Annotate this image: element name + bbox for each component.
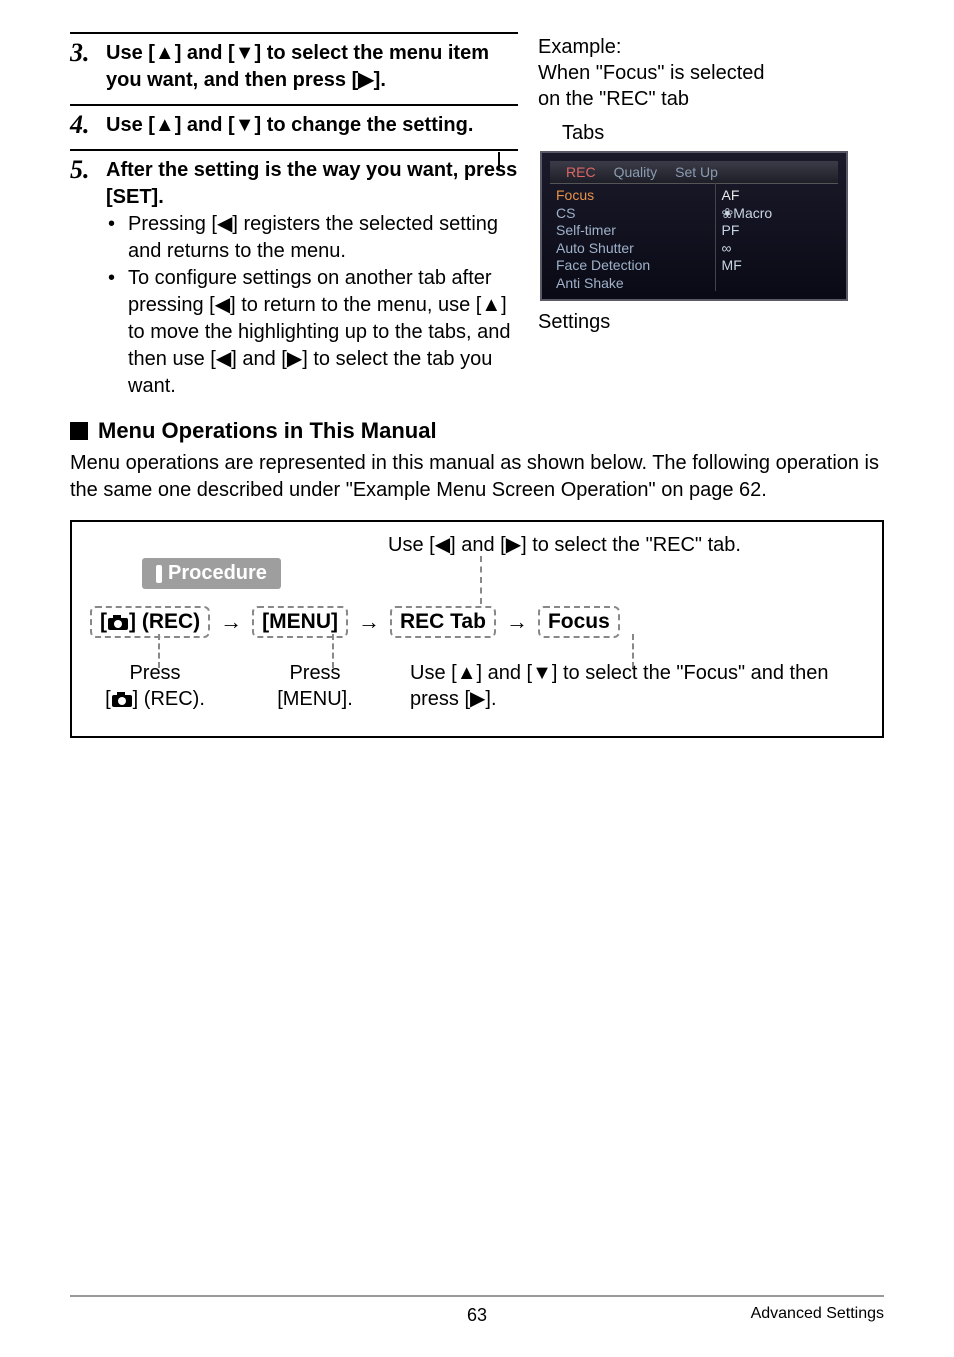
expl-focus: Use [] and [] to select the "Focus" and … bbox=[410, 660, 864, 712]
procedure-box: Use [] and [] to select the "REC" tab. P… bbox=[70, 520, 884, 738]
right-icon bbox=[470, 688, 485, 710]
step-5-num: 5. bbox=[70, 157, 98, 183]
right-icon bbox=[287, 348, 302, 370]
bullet-icon: • bbox=[108, 211, 122, 265]
step-4-text: Use [] and [] to change the setting. bbox=[106, 112, 518, 139]
right-icon bbox=[506, 534, 521, 556]
down-icon bbox=[532, 662, 552, 684]
procedure-badge: Procedure bbox=[142, 558, 281, 589]
arrow-icon: → bbox=[218, 609, 244, 635]
step-3-text: Use [] and [] to select the menu item yo… bbox=[106, 40, 518, 94]
left-icon bbox=[435, 534, 450, 556]
procedure-sequence: [] (REC) → [MENU] → REC Tab → Focus bbox=[90, 606, 864, 638]
settings-label: Settings bbox=[538, 311, 884, 334]
list-item: ❀Macro bbox=[722, 205, 832, 223]
tab-rec: REC bbox=[566, 164, 596, 180]
bullet-1: Pressing [] registers the selected setti… bbox=[128, 211, 518, 265]
step-4-num: 4. bbox=[70, 112, 98, 138]
tab-setup: Set Up bbox=[675, 164, 718, 180]
list-item: Face Detection bbox=[556, 257, 709, 275]
expl-menu: Press [MENU]. bbox=[260, 660, 370, 712]
arrow-icon: → bbox=[356, 609, 382, 635]
page-footer: 63 Advanced Settings bbox=[70, 1295, 884, 1323]
down-icon bbox=[235, 42, 255, 64]
list-item: Focus bbox=[556, 187, 709, 205]
up-icon bbox=[457, 662, 477, 684]
page-number: 63 bbox=[467, 1305, 487, 1326]
list-item: Anti Shake bbox=[556, 275, 709, 293]
up-icon bbox=[155, 42, 175, 64]
left-icon bbox=[217, 213, 232, 235]
down-icon bbox=[235, 114, 255, 136]
badge-bar-icon bbox=[156, 565, 162, 583]
paragraph: Menu operations are represented in this … bbox=[70, 450, 884, 504]
menu-right-list: AF ❀Macro PF ∞ MF bbox=[716, 183, 838, 291]
left-icon bbox=[216, 348, 231, 370]
square-bullet-icon bbox=[70, 422, 88, 440]
camera-icon bbox=[111, 692, 133, 708]
list-item: Self-timer bbox=[556, 222, 709, 240]
list-item: Auto Shutter bbox=[556, 240, 709, 258]
bullet-icon: • bbox=[108, 265, 122, 400]
seq-rectab: REC Tab bbox=[390, 606, 496, 638]
step-5-text: After the setting is the way you want, p… bbox=[106, 157, 518, 211]
seq-focus: Focus bbox=[538, 606, 620, 638]
list-item: PF bbox=[722, 222, 832, 240]
bullet-2: To configure settings on another tab aft… bbox=[128, 265, 518, 400]
arrow-icon: → bbox=[504, 609, 530, 635]
camera-icon bbox=[107, 615, 129, 631]
tabs-label: Tabs bbox=[562, 122, 884, 145]
list-item: ∞ bbox=[722, 240, 832, 258]
expl-rec: Press [] (REC). bbox=[90, 660, 220, 712]
menu-left-list: Focus CS Self-timer Auto Shutter Face De… bbox=[550, 183, 716, 291]
footer-section: Advanced Settings bbox=[751, 1305, 884, 1323]
menu-screenshot: REC Quality Set Up Focus CS Self-timer A… bbox=[540, 151, 848, 301]
list-item: MF bbox=[722, 257, 832, 275]
list-item: AF bbox=[722, 187, 832, 205]
right-icon bbox=[358, 69, 373, 91]
up-icon bbox=[155, 114, 175, 136]
left-icon bbox=[215, 294, 230, 316]
menu-tabbar: REC Quality Set Up bbox=[550, 161, 838, 184]
seq-rec: [] (REC) bbox=[90, 606, 210, 638]
list-item: CS bbox=[556, 205, 709, 223]
up-icon bbox=[481, 294, 501, 316]
seq-menu: [MENU] bbox=[252, 606, 348, 638]
example-caption: Example: When "Focus" is selected on the… bbox=[538, 34, 884, 112]
step-3-num: 3. bbox=[70, 40, 98, 66]
subheading: Menu Operations in This Manual bbox=[98, 418, 437, 444]
tab-quality: Quality bbox=[614, 164, 658, 180]
procedure-top-note: Use [] and [] to select the "REC" tab. bbox=[388, 532, 741, 557]
